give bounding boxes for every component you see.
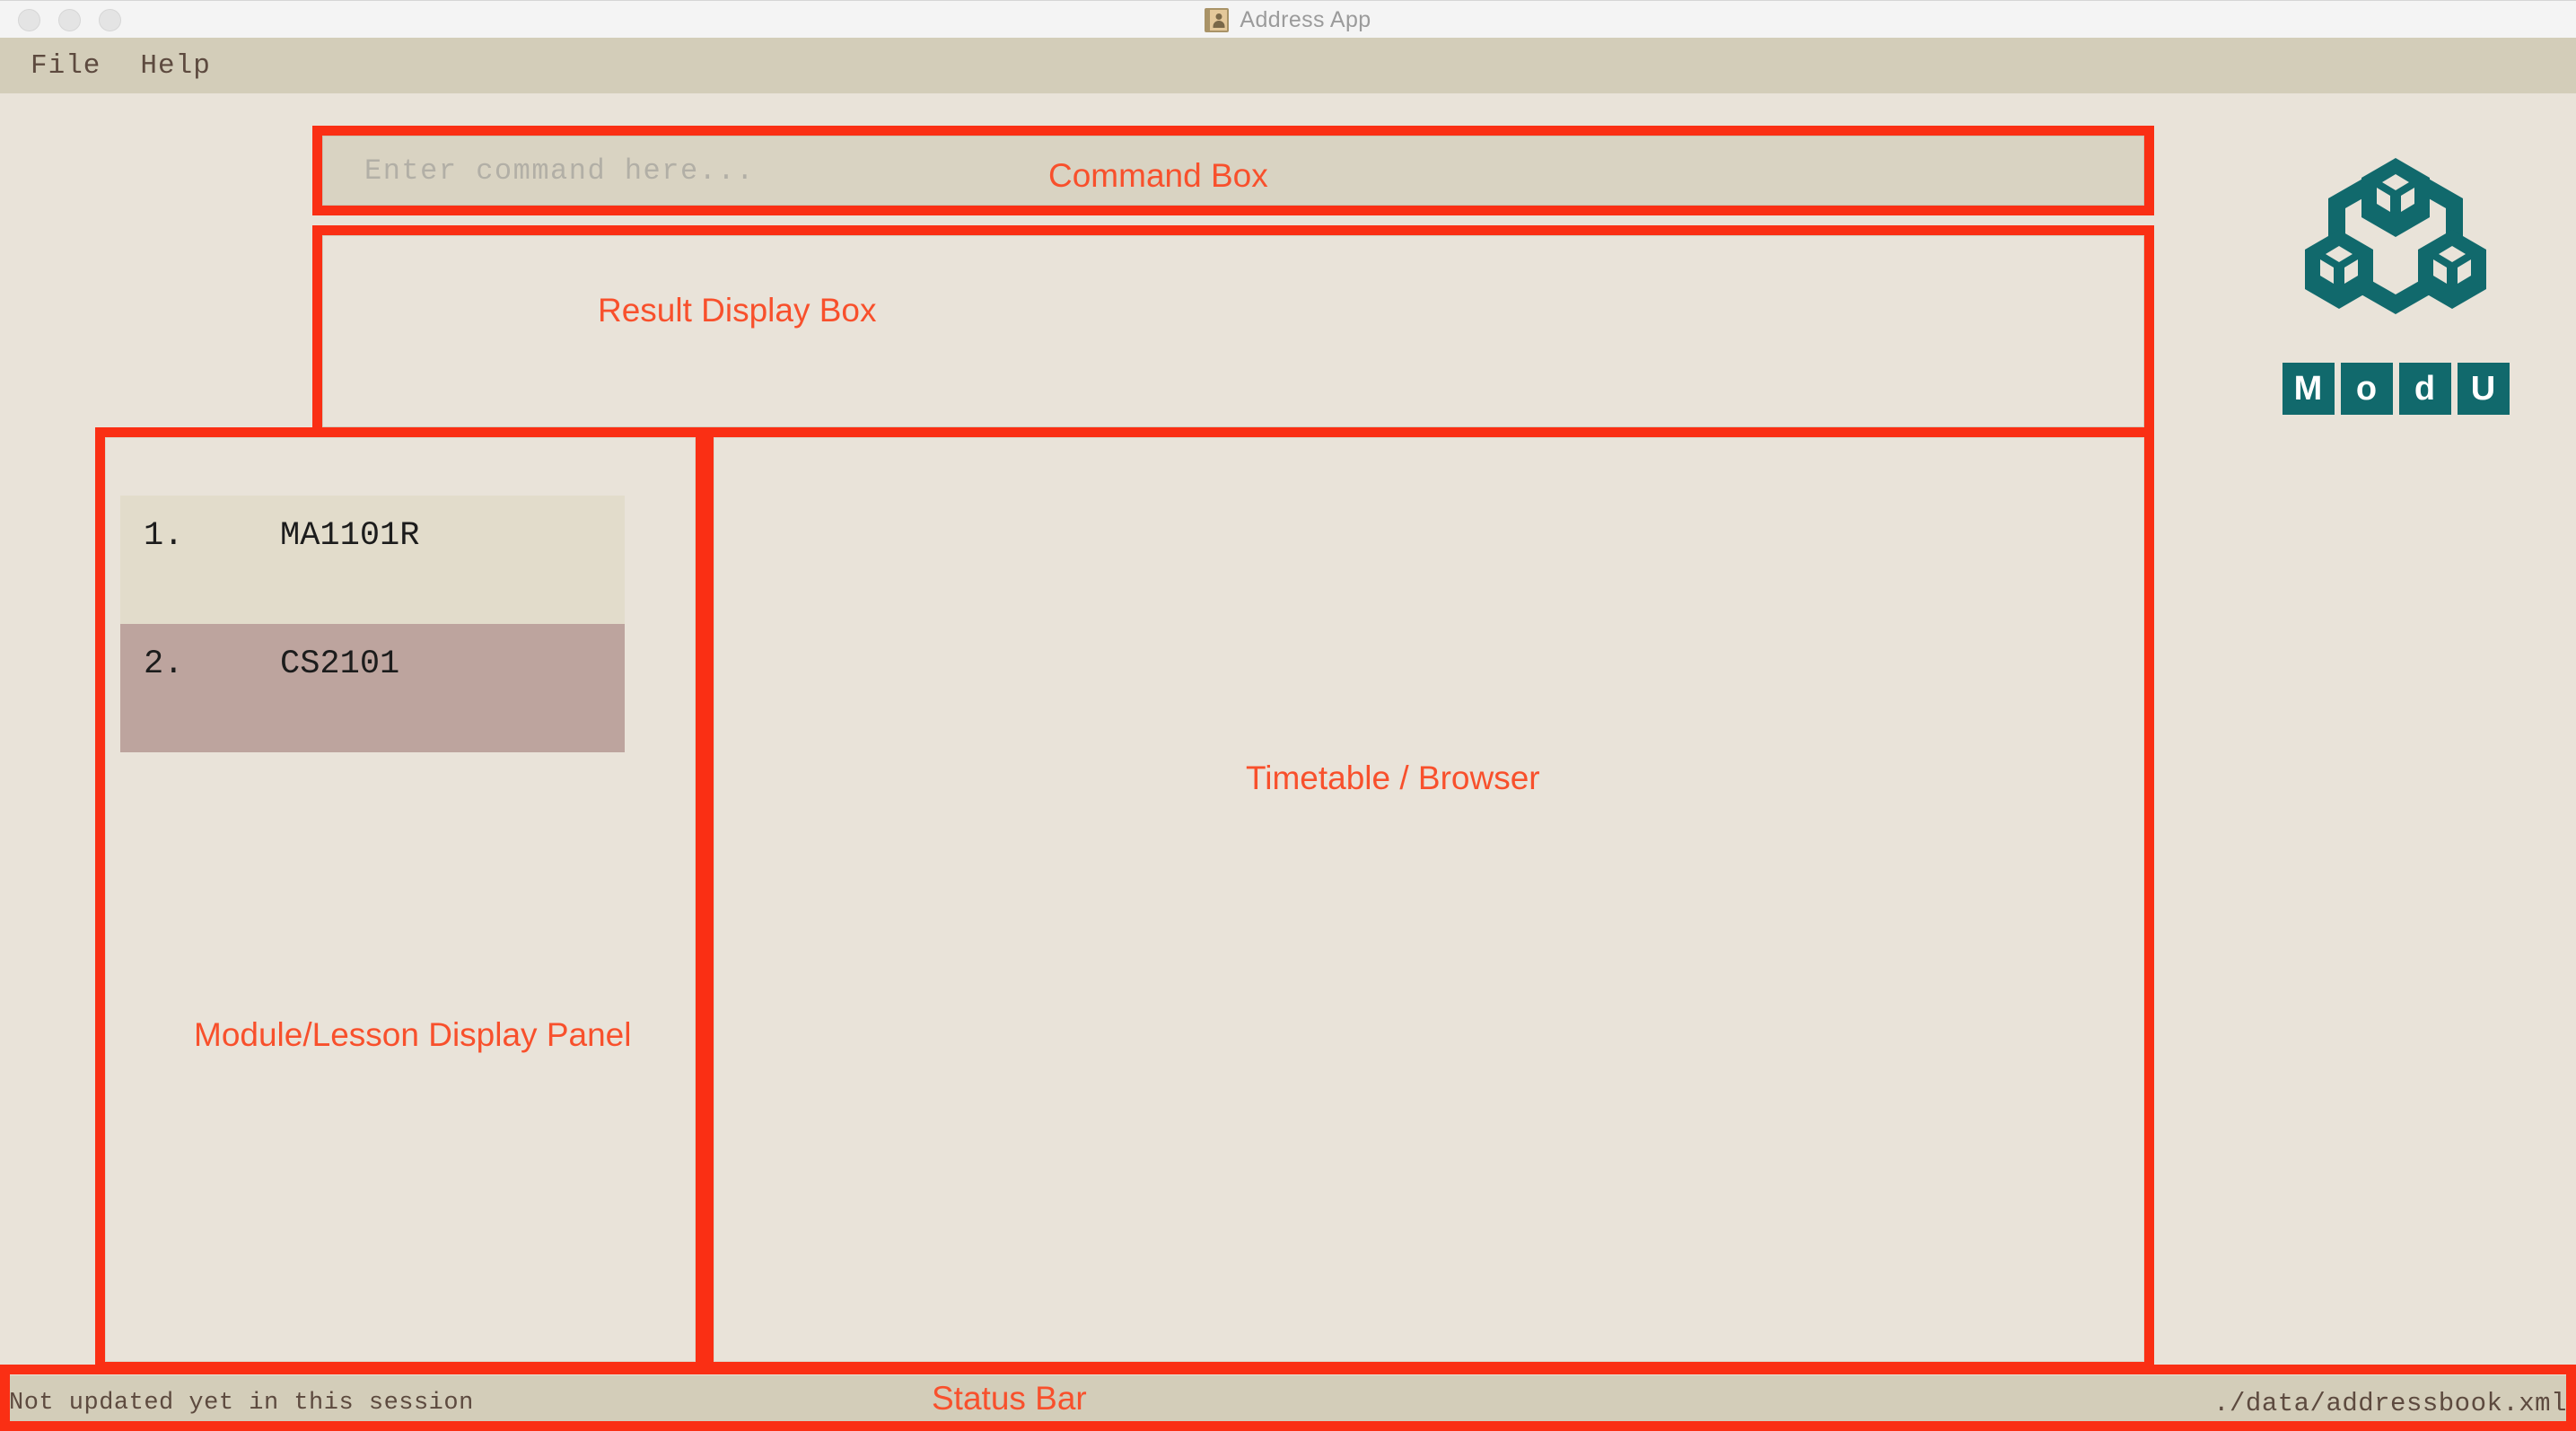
annotation-label-timetable: Timetable / Browser xyxy=(1246,759,1540,796)
list-item-index: 2. xyxy=(144,645,184,683)
logo-letter-m: M xyxy=(2282,363,2335,415)
menu-bar: File Help xyxy=(0,38,2576,93)
logo-letter-o: o xyxy=(2340,363,2393,415)
window-titlebar: Address App xyxy=(0,0,2576,38)
list-item-code: CS2101 xyxy=(280,645,400,683)
modu-cube-graphic xyxy=(2305,158,2486,314)
logo-letter-d: d xyxy=(2398,363,2451,415)
list-item-code: MA1101R xyxy=(280,517,420,555)
result-display-box xyxy=(322,235,2144,427)
annotation-label-status-bar: Status Bar xyxy=(932,1380,1087,1417)
command-input-placeholder: Enter command here... xyxy=(364,154,755,188)
modu-wordmark: M o d U xyxy=(2276,363,2515,415)
window-title-group: Address App xyxy=(0,1,2576,39)
logo-letter-u: U xyxy=(2457,363,2510,415)
list-item-index: 1. xyxy=(144,517,184,555)
save-location-text: ./data/addressbook.xml xyxy=(2213,1388,2567,1418)
menu-item-file[interactable]: File xyxy=(31,50,101,82)
module-lesson-display-panel[interactable]: 1. MA1101R 2. CS2101 xyxy=(105,437,696,1362)
application-window: Address App File Help Enter command here… xyxy=(0,0,2576,1431)
timetable-browser-panel[interactable] xyxy=(714,437,2144,1362)
window-title: Address App xyxy=(1240,6,1371,32)
list-item[interactable]: 2. CS2101 xyxy=(120,624,625,752)
list-item[interactable]: 1. MA1101R xyxy=(120,496,625,624)
address-book-icon xyxy=(1205,7,1230,32)
modu-logo: M o d U xyxy=(2276,154,2515,415)
annotation-label-module-panel: Module/Lesson Display Panel xyxy=(194,1016,632,1053)
sync-status-text: Not updated yet in this session xyxy=(9,1390,474,1417)
annotation-label-result-display-box: Result Display Box xyxy=(598,292,877,329)
menu-item-help[interactable]: Help xyxy=(140,50,210,82)
status-bar: Not updated yet in this session ./data/a… xyxy=(0,1375,2576,1431)
annotation-label-command-box: Command Box xyxy=(1048,157,1268,194)
